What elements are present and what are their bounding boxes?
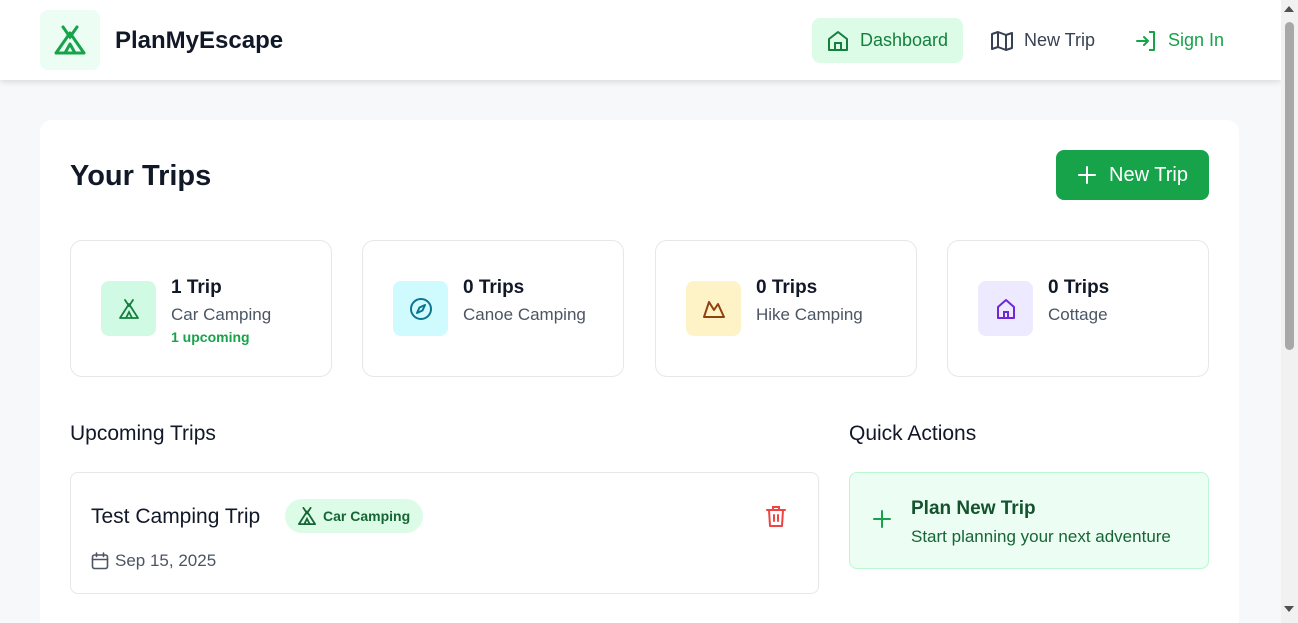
- upcoming-trips-title: Upcoming Trips: [70, 422, 216, 445]
- trip-date: Sep 15, 2025: [91, 551, 216, 571]
- top-navbar: PlanMyEscape Dashboard New Trip Sign In: [0, 0, 1281, 80]
- sign-in-icon: [1136, 30, 1155, 51]
- dashboard-panel: Your Trips New Trip 1 Trip Car Camping 1…: [40, 120, 1239, 623]
- scroll-down-arrow[interactable]: [1284, 606, 1294, 612]
- tent-icon: [54, 25, 86, 55]
- stat-card-canoe-camping[interactable]: 0 Trips Canoe Camping: [362, 240, 624, 377]
- home-icon: [828, 30, 848, 51]
- trip-date-text: Sep 15, 2025: [115, 551, 217, 570]
- stat-count: 1 Trip: [171, 277, 222, 298]
- stat-card-cottage[interactable]: 0 Trips Cottage: [947, 240, 1209, 377]
- stat-icon-box: [978, 281, 1033, 336]
- logo[interactable]: [40, 10, 100, 70]
- nav-sign-in[interactable]: Sign In: [1120, 18, 1238, 63]
- trash-icon: [766, 506, 786, 527]
- nav-sign-in-label: Sign In: [1168, 30, 1225, 50]
- stat-label: Canoe Camping: [463, 305, 586, 324]
- nav-new-trip[interactable]: New Trip: [976, 18, 1109, 63]
- action-title: Plan New Trip: [911, 498, 1036, 519]
- stat-label: Car Camping: [171, 305, 272, 324]
- action-subtitle: Start planning your next adventure: [911, 527, 1171, 546]
- stat-count: 0 Trips: [756, 277, 818, 298]
- page-title: Your Trips: [70, 160, 212, 192]
- house-icon: [996, 298, 1015, 319]
- calendar-icon: [91, 552, 109, 570]
- nav-dashboard[interactable]: Dashboard: [812, 18, 963, 63]
- trip-name: Test Camping Trip: [91, 505, 261, 528]
- stat-icon-box: [101, 281, 156, 336]
- plan-new-trip-action[interactable]: Plan New Trip Start planning your next a…: [849, 472, 1209, 569]
- plus-icon: [1078, 166, 1097, 184]
- stat-count: 0 Trips: [1048, 277, 1110, 298]
- plus-icon: [873, 510, 891, 528]
- mountain-icon: [702, 300, 725, 318]
- trip-type-badge: Car Camping: [285, 499, 423, 533]
- stat-label: Hike Camping: [756, 305, 863, 324]
- nav-dashboard-label: Dashboard: [860, 30, 949, 50]
- stat-icon-box: [393, 281, 448, 336]
- stat-card-car-camping[interactable]: 1 Trip Car Camping 1 upcoming: [70, 240, 332, 377]
- stat-icon-box: [686, 281, 741, 336]
- page-scrollbar[interactable]: [1281, 0, 1298, 623]
- trip-badge-label: Car Camping: [323, 508, 411, 524]
- scroll-up-arrow[interactable]: [1284, 6, 1294, 12]
- delete-trip-button[interactable]: [763, 503, 789, 529]
- brand-name: PlanMyEscape: [115, 27, 284, 54]
- trip-card[interactable]: Test Camping Trip Car Camping Sep 15, 20: [70, 472, 819, 594]
- stat-upcoming: 1 upcoming: [171, 329, 250, 345]
- map-icon: [991, 30, 1013, 51]
- compass-icon: [409, 297, 432, 320]
- stat-count: 0 Trips: [463, 277, 525, 298]
- quick-actions-title: Quick Actions: [849, 422, 977, 445]
- new-trip-button-label: New Trip: [1109, 163, 1188, 186]
- tent-icon: [298, 507, 316, 525]
- scroll-thumb[interactable]: [1285, 22, 1294, 350]
- new-trip-button[interactable]: New Trip: [1056, 150, 1209, 200]
- stat-card-hike-camping[interactable]: 0 Trips Hike Camping: [655, 240, 917, 377]
- stat-label: Cottage: [1048, 305, 1108, 324]
- tent-icon: [118, 298, 139, 319]
- nav-new-trip-label: New Trip: [1024, 30, 1096, 50]
